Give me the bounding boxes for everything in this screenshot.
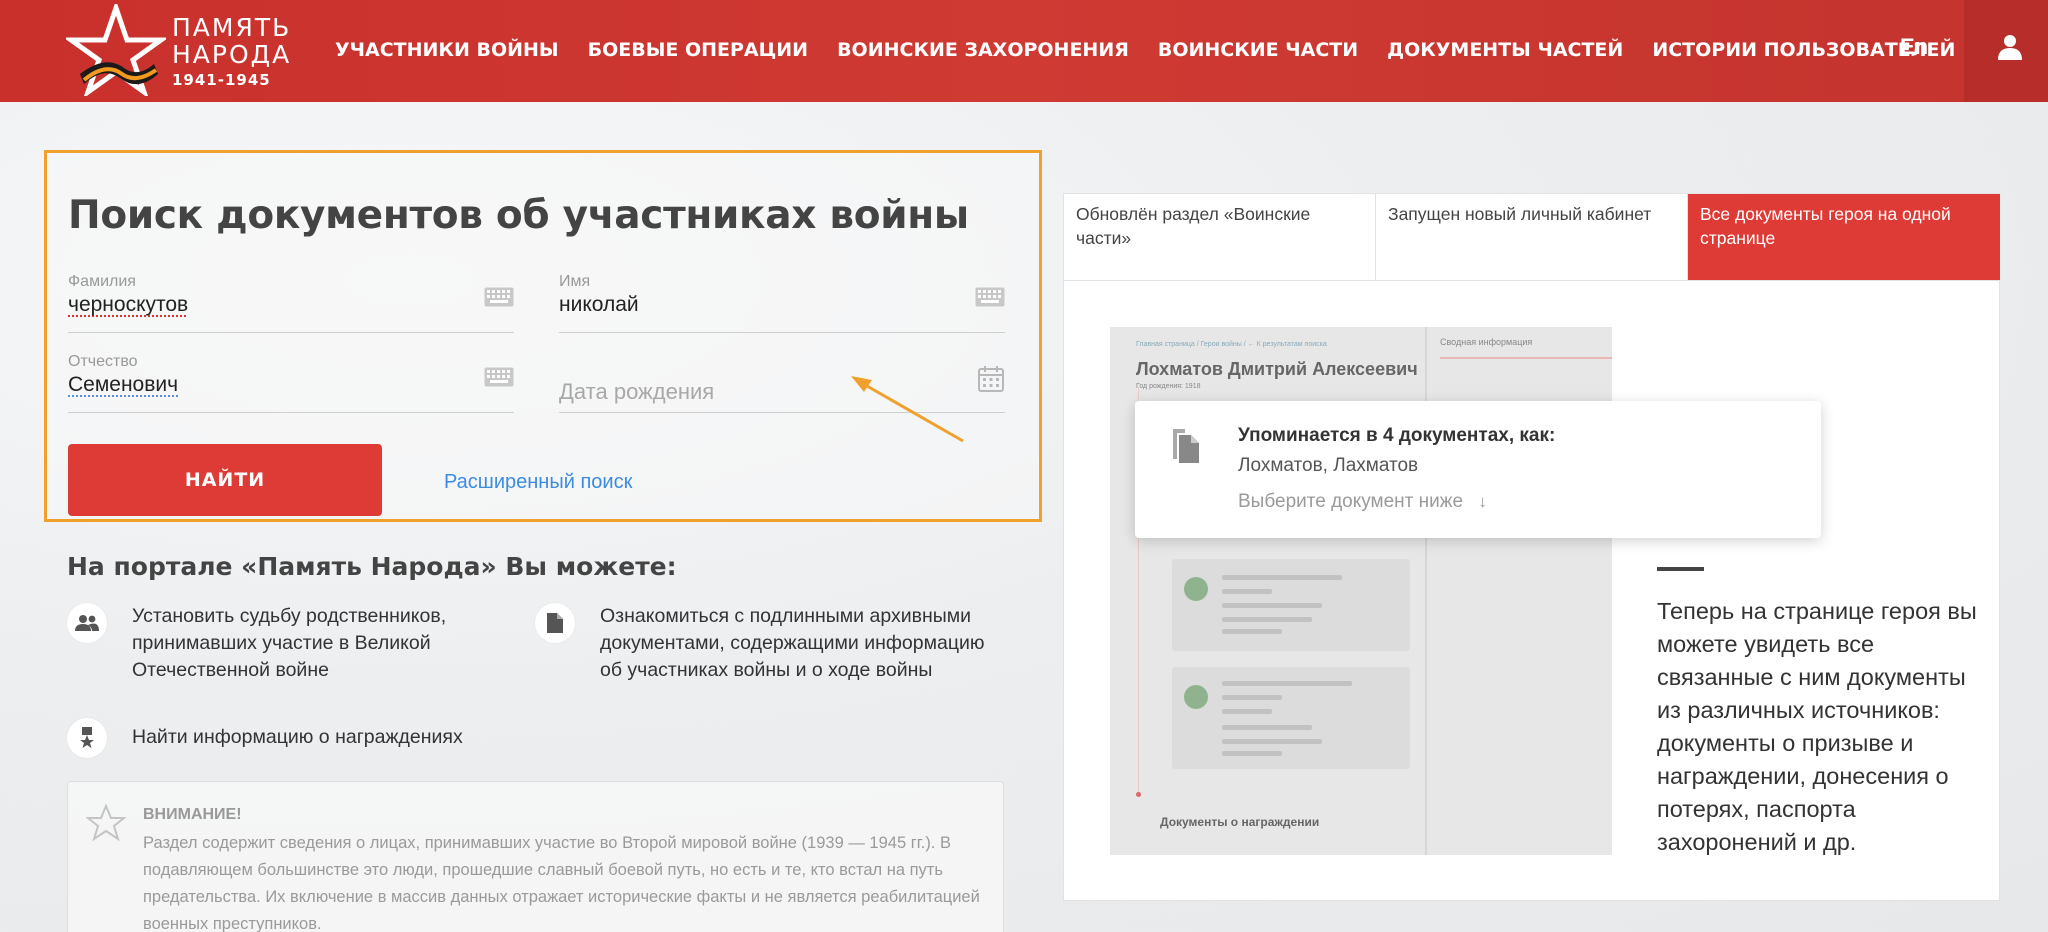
preview-text-line xyxy=(1222,681,1352,686)
medal-icon xyxy=(67,718,107,758)
preview-card xyxy=(1172,667,1410,769)
arrow-down-icon: ↓ xyxy=(1478,492,1487,511)
preview-text-line xyxy=(1222,589,1272,594)
search-title: Поиск документов об участниках войны xyxy=(68,193,969,238)
feature-text: Найти информацию о награждениях xyxy=(132,726,463,748)
keyboard-icon[interactable] xyxy=(484,367,514,387)
advanced-search-link[interactable]: Расширенный поиск xyxy=(444,471,632,494)
nav-item-war-participants[interactable]: УЧАСТНИКИ ВОЙНЫ xyxy=(335,39,559,61)
popup-title: Упоминается в 4 документах, как: xyxy=(1238,425,1556,446)
popup-choose-hint: Выберите документ ниже ↓ xyxy=(1238,491,1487,513)
patronymic-label: Отчество xyxy=(68,353,138,370)
preview-timeline-dot xyxy=(1136,792,1141,797)
popup-choose-text: Выберите документ ниже xyxy=(1238,491,1464,512)
user-icon xyxy=(1998,35,2022,60)
news-panel: Обновлён раздел «Воинские части» Запущен… xyxy=(1063,193,2000,901)
language-switch[interactable]: En xyxy=(1900,34,1928,60)
logo-text: ПАМЯТЬ НАРОДА 1941-1945 xyxy=(172,14,291,89)
find-button[interactable]: НАЙТИ xyxy=(68,444,382,516)
preview-text-line xyxy=(1222,575,1342,580)
preview-text-line xyxy=(1222,629,1282,634)
birthdate-placeholder[interactable]: Дата рождения xyxy=(559,379,714,405)
preview-birth: Год рождения: 1918 xyxy=(1136,383,1201,390)
preview-text-line xyxy=(1222,617,1312,622)
site-header: ПАМЯТЬ НАРОДА 1941-1945 УЧАСТНИКИ ВОЙНЫ … xyxy=(0,0,2048,102)
keyboard-icon[interactable] xyxy=(484,287,514,307)
star-logo-icon xyxy=(66,4,166,96)
preview-text-line xyxy=(1222,709,1272,714)
logo-line-2: НАРОДА xyxy=(172,40,292,69)
preview-breadcrumb: Главная страница / Герои войны / ← К рез… xyxy=(1136,341,1327,348)
preview-avatar xyxy=(1184,685,1208,709)
search-panel: Поиск документов об участниках войны Фам… xyxy=(44,150,1042,522)
news-tabs: Обновлён раздел «Воинские части» Запущен… xyxy=(1064,194,2000,281)
mentions-popup: Упоминается в 4 документах, как: Лохмато… xyxy=(1135,401,1821,538)
patronymic-value[interactable]: Семенович xyxy=(68,373,178,397)
tab-new-personal-cabinet[interactable]: Запущен новый личный кабинет xyxy=(1376,194,1688,281)
preview-text-line xyxy=(1222,751,1282,756)
warning-text: Раздел содержит сведения о лицах, приним… xyxy=(143,834,980,932)
preview-text-line xyxy=(1222,603,1322,608)
preview-side-tab: Сводная информация xyxy=(1440,337,1533,347)
logo-years: 1941-1945 xyxy=(172,71,271,89)
name-label: Имя xyxy=(559,273,591,290)
nav-item-military-burials[interactable]: ВОИНСКИЕ ЗАХОРОНЕНИЯ xyxy=(837,39,1129,61)
warning-box: ВНИМАНИЕ! Раздел содержит сведения о лиц… xyxy=(67,781,1004,932)
feature-item: Найти информацию о награждениях xyxy=(67,718,667,758)
nav-item-military-units[interactable]: ВОИНСКИЕ ЧАСТИ xyxy=(1158,39,1358,61)
preview-text-line xyxy=(1222,695,1282,700)
document-icon xyxy=(535,603,575,643)
preview-hero-name: Лохматов Дмитрий Алексеевич xyxy=(1136,359,1418,379)
preview-avatar xyxy=(1184,577,1208,601)
documents-icon xyxy=(1173,429,1199,463)
name-value[interactable]: николай xyxy=(559,293,639,317)
surname-field[interactable]: Фамилия черноскутов xyxy=(68,273,514,333)
people-icon xyxy=(67,603,107,643)
nav-item-unit-documents[interactable]: ДОКУМЕНТЫ ЧАСТЕЙ xyxy=(1387,39,1623,61)
feature-item: Установить судьбу родственников, принима… xyxy=(67,603,497,684)
birthdate-field[interactable]: Дата рождения xyxy=(559,353,1005,413)
warning-title: ВНИМАНИЕ! xyxy=(143,806,242,823)
preview-awards-section: Документы о награждении xyxy=(1160,815,1320,829)
features-title: На портале «Память Народа» Вы можете: xyxy=(67,552,677,581)
nav-item-combat-operations[interactable]: БОЕВЫЕ ОПЕРАЦИИ xyxy=(588,39,808,61)
main-nav: УЧАСТНИКИ ВОЙНЫ БОЕВЫЕ ОПЕРАЦИИ ВОИНСКИЕ… xyxy=(335,0,1984,100)
surname-label: Фамилия xyxy=(68,273,136,290)
logo-line-1: ПАМЯТЬ xyxy=(172,13,292,42)
calendar-icon[interactable] xyxy=(977,365,1005,393)
feature-text: Установить судьбу родственников, принима… xyxy=(132,605,447,681)
patronymic-field[interactable]: Отчество Семенович xyxy=(68,353,514,413)
feature-text: Ознакомиться с подлинными архивными доку… xyxy=(600,605,985,681)
preview-side-underline xyxy=(1440,357,1612,359)
preview-text-line xyxy=(1222,739,1322,744)
name-field[interactable]: Имя николай xyxy=(559,273,1005,333)
tab-hero-documents[interactable]: Все документы героя на одной странице xyxy=(1688,194,2000,281)
star-icon xyxy=(86,804,126,842)
preview-text-line xyxy=(1222,725,1312,730)
keyboard-icon[interactable] xyxy=(975,287,1005,307)
feature-item: Ознакомиться с подлинными архивными доку… xyxy=(535,603,1005,684)
surname-value[interactable]: черноскутов xyxy=(68,293,188,317)
user-account-button[interactable] xyxy=(1964,0,2048,102)
site-logo[interactable]: ПАМЯТЬ НАРОДА 1941-1945 xyxy=(66,4,296,96)
news-description: Теперь на странице героя вы можете увиде… xyxy=(1657,598,1977,855)
news-dash-divider xyxy=(1657,567,1704,571)
tab-military-units-update[interactable]: Обновлён раздел «Воинские части» xyxy=(1064,194,1376,281)
popup-names: Лохматов, Лахматов xyxy=(1238,455,1419,476)
preview-card xyxy=(1172,559,1410,651)
